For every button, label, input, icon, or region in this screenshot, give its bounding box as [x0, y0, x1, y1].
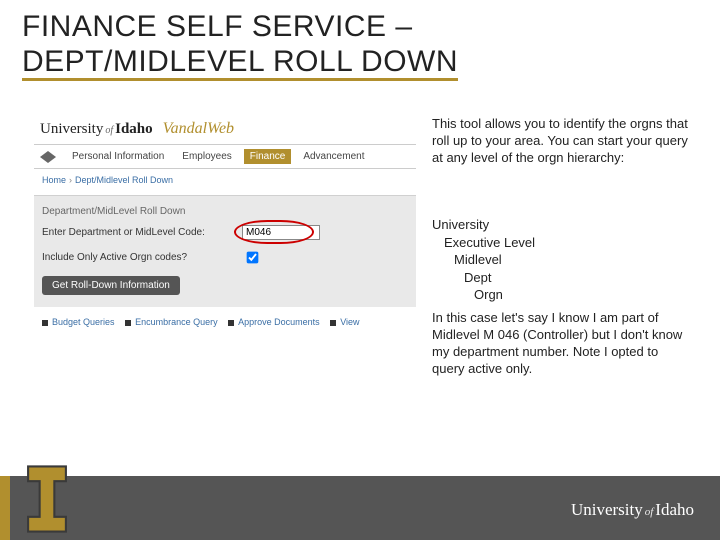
tab-advancement[interactable]: Advancement: [297, 149, 370, 164]
link-approve-documents[interactable]: Approve Documents: [238, 317, 320, 327]
active-only-checkbox[interactable]: [247, 252, 259, 264]
code-input[interactable]: [242, 225, 320, 240]
footer-university-logo: UniversityofIdaho: [571, 500, 694, 520]
hier-midlevel: Midlevel: [432, 251, 535, 269]
tab-bar: Personal Information Employees Finance A…: [34, 144, 416, 169]
label-code: Enter Department or MidLevel Code:: [42, 227, 242, 238]
tab-personal-information[interactable]: Personal Information: [66, 149, 170, 164]
crumb-home[interactable]: Home: [42, 175, 66, 185]
form-panel: Department/MidLevel Roll Down Enter Depa…: [34, 195, 416, 307]
nav-arrows-icon[interactable]: [40, 151, 56, 163]
title-line1: FINANCE SELF SERVICE –: [22, 10, 413, 43]
row-active: Include Only Active Orgn codes?: [42, 248, 408, 267]
breadcrumb: Home›Dept/Midlevel Roll Down: [34, 169, 416, 195]
tab-finance[interactable]: Finance: [244, 149, 292, 164]
hierarchy-list: University Executive Level Midlevel Dept…: [432, 216, 535, 304]
brand-vandalweb: VandalWeb: [163, 120, 234, 138]
link-view[interactable]: View: [340, 317, 359, 327]
brand-bar: UniversityofIdaho VandalWeb: [34, 116, 416, 144]
bullet-icon: [125, 320, 131, 326]
bullet-icon: [228, 320, 234, 326]
hier-dept: Dept: [432, 269, 535, 287]
footer-accent: [0, 476, 10, 540]
brand-university-logo: UniversityofIdaho: [40, 121, 153, 138]
hier-executive: Executive Level: [432, 234, 535, 252]
link-encumbrance-query[interactable]: Encumbrance Query: [135, 317, 218, 327]
title-line2: DEPT/MIDLEVEL ROLL DOWN: [22, 45, 458, 81]
slide-title: FINANCE SELF SERVICE – DEPT/MIDLEVEL ROL…: [22, 10, 698, 79]
row-code: Enter Department or MidLevel Code:: [42, 225, 408, 240]
tab-employees[interactable]: Employees: [176, 149, 237, 164]
label-active: Include Only Active Orgn codes?: [42, 252, 242, 263]
bullet-icon: [330, 320, 336, 326]
hier-orgn: Orgn: [432, 286, 535, 304]
intro-paragraph: This tool allows you to identify the org…: [432, 116, 694, 167]
link-budget-queries[interactable]: Budget Queries: [52, 317, 115, 327]
form-title: Department/MidLevel Roll Down: [42, 206, 408, 217]
example-paragraph: In this case let's say I know I am part …: [432, 310, 694, 378]
vandalweb-screenshot: UniversityofIdaho VandalWeb Personal Inf…: [34, 116, 416, 346]
crumb-page[interactable]: Dept/Midlevel Roll Down: [75, 175, 173, 185]
hier-university: University: [432, 216, 535, 234]
slide-footer: UniversityofIdaho: [0, 458, 720, 540]
bullet-icon: [42, 320, 48, 326]
get-rolldown-button[interactable]: Get Roll-Down Information: [42, 276, 180, 295]
bottom-links: Budget Queries Encumbrance Query Approve…: [34, 307, 416, 327]
idaho-i-icon: [26, 464, 68, 534]
